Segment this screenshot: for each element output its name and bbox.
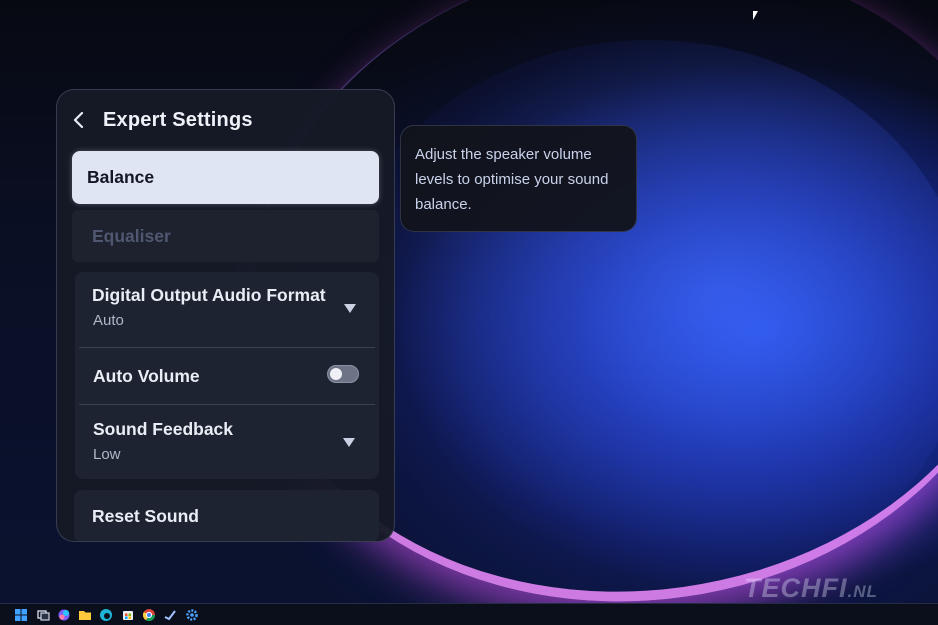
digital-output-label: Digital Output Audio Format: [92, 285, 326, 305]
taskbar: [0, 603, 938, 625]
balance-menu-item[interactable]: Balance: [72, 151, 379, 204]
equaliser-label: Equaliser: [92, 226, 171, 246]
steam-icon[interactable]: [163, 608, 177, 622]
equaliser-menu-item[interactable]: Equaliser: [72, 210, 379, 262]
reset-sound-label: Reset Sound: [92, 506, 199, 526]
edge-icon[interactable]: [99, 608, 113, 622]
digital-output-value: Auto: [93, 312, 124, 329]
copilot-icon[interactable]: [57, 608, 71, 622]
task-view-icon[interactable]: [36, 608, 50, 622]
help-tooltip: Adjust the speaker volume levels to opti…: [400, 125, 637, 232]
tooltip-text: Adjust the speaker volume levels to opti…: [415, 146, 609, 213]
chevron-down-icon: [343, 438, 355, 447]
store-icon[interactable]: [121, 608, 135, 622]
mouse-cursor-icon: [753, 11, 758, 20]
panel-header: Expert Settings: [57, 90, 394, 152]
sound-feedback-label: Sound Feedback: [93, 419, 234, 439]
balance-label: Balance: [87, 167, 155, 187]
panel-title: Expert Settings: [103, 109, 253, 131]
sound-feedback-row[interactable]: Sound Feedback Low: [75, 405, 379, 479]
sound-feedback-value: Low: [93, 446, 121, 463]
windows-start-icon[interactable]: [14, 608, 28, 622]
digital-output-audio-format-row[interactable]: Digital Output Audio Format Auto: [75, 272, 379, 346]
reset-sound-menu-item[interactable]: Reset Sound: [74, 490, 379, 541]
auto-volume-toggle[interactable]: [327, 365, 359, 383]
sound-options-group: Digital Output Audio Format Auto Auto Vo…: [75, 272, 379, 479]
auto-volume-label: Auto Volume: [93, 366, 200, 386]
settings-icon[interactable]: [185, 608, 199, 622]
chevron-down-icon: [344, 304, 356, 313]
toggle-knob: [330, 368, 342, 380]
back-arrow-icon[interactable]: [71, 111, 89, 129]
chrome-icon[interactable]: [142, 608, 156, 622]
expert-settings-panel: Expert Settings Balance Equaliser Digita…: [56, 89, 395, 542]
file-explorer-icon[interactable]: [78, 608, 92, 622]
watermark-logo: TECHFI.NL: [744, 573, 878, 603]
